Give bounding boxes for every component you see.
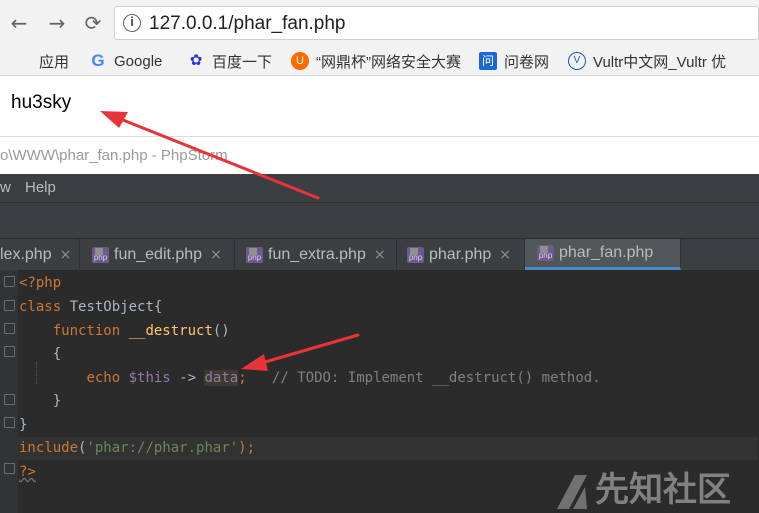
- fold-marker-icon[interactable]: [4, 346, 15, 357]
- bookmark-vultr[interactable]: V Vultr中文网_Vultr 优: [568, 51, 759, 71]
- php-file-icon: php: [407, 246, 424, 263]
- xianzhi-watermark: 先知社区: [555, 462, 731, 511]
- code-line-5: echo $this -> data; // TODO: Implement _…: [19, 367, 601, 390]
- tab-index[interactable]: lex.php ×: [0, 239, 80, 270]
- close-icon[interactable]: ×: [374, 247, 386, 263]
- php-open-tag: <?php: [19, 275, 62, 291]
- string-phar-path: 'phar://phar.phar': [86, 440, 239, 456]
- function-name: __destruct: [120, 323, 213, 339]
- ide-title-bar: o\WWW\phar_fan.php - PhpStorm: [0, 136, 759, 174]
- apps-grid-icon: [14, 52, 32, 70]
- editor-gutter: [0, 270, 18, 513]
- tab-label: phar.php: [429, 245, 492, 263]
- code-line-8: include('phar://phar.phar');: [18, 437, 758, 460]
- code-line-7: }: [19, 414, 27, 437]
- code-line-2: class TestObject{: [19, 296, 162, 319]
- semicolon: ;: [238, 370, 247, 386]
- bookmark-baidu[interactable]: ✿ 百度一下: [187, 51, 272, 71]
- class-brace-close: }: [19, 417, 28, 433]
- indent-guide: [36, 362, 37, 384]
- php-file-icon: php: [537, 245, 554, 261]
- tab-label: fun_edit.php: [114, 245, 203, 263]
- bookmark-label: 应用: [39, 53, 70, 71]
- menu-window[interactable]: w: [0, 179, 11, 196]
- function-parens: (): [212, 323, 230, 339]
- code-line-4: {: [19, 343, 61, 366]
- page-output-text: hu3sky: [11, 92, 72, 113]
- browser-window: ← → ⟳ i 127.0.0.1/phar_fan.php 应用 G Goog…: [0, 0, 759, 136]
- brace-open: {: [52, 346, 62, 362]
- tab-label: fun_extra.php: [268, 245, 366, 263]
- ide-window-title: o\WWW\phar_fan.php - PhpStorm: [0, 147, 228, 164]
- bookmark-apps[interactable]: 应用: [14, 51, 69, 71]
- ide-menu-bar: w Help: [0, 174, 759, 202]
- code-line-6: }: [19, 390, 61, 413]
- keyword-include: include: [19, 440, 79, 456]
- browser-nav-bar: ← → ⟳ i 127.0.0.1/phar_fan.php: [0, 0, 759, 46]
- bookmark-label: 百度一下: [212, 53, 273, 71]
- google-icon: G: [91, 51, 105, 70]
- paren-close-semicolon: );: [238, 440, 256, 456]
- bookmark-label: Vultr中文网_Vultr 优: [593, 53, 727, 71]
- wenjuan-icon: 问: [479, 52, 497, 70]
- info-icon[interactable]: i: [123, 14, 141, 32]
- keyword-echo: echo: [86, 370, 121, 386]
- var-this: $this: [128, 370, 171, 386]
- wangding-icon: U: [291, 52, 309, 70]
- code-line-3: function __destruct(): [19, 320, 230, 343]
- fold-marker-icon[interactable]: [4, 394, 15, 405]
- code-line-1: <?php: [19, 272, 61, 295]
- bookmark-wenjuan[interactable]: 问 问卷网: [479, 51, 549, 71]
- todo-comment: // TODO: Implement __destruct() method.: [271, 370, 601, 386]
- reload-button[interactable]: ⟳: [80, 9, 106, 37]
- fold-marker-icon[interactable]: [4, 276, 15, 287]
- class-name: TestObject{: [61, 299, 163, 315]
- fold-marker-icon[interactable]: [4, 323, 15, 334]
- url-text[interactable]: 127.0.0.1/phar_fan.php: [149, 13, 346, 35]
- fold-marker-icon[interactable]: [4, 463, 15, 474]
- close-icon[interactable]: ×: [210, 247, 222, 263]
- code-line-9: ?>: [19, 461, 36, 484]
- bookmark-label: Google: [114, 52, 163, 70]
- close-icon[interactable]: ×: [499, 247, 511, 263]
- keyword-function: function: [52, 323, 121, 339]
- tab-phar[interactable]: php phar.php ×: [397, 239, 525, 270]
- bookmark-label: “网鼎杯”网络安全大赛: [316, 53, 461, 71]
- tab-label: phar_fan.php: [559, 244, 654, 261]
- baidu-paw-icon: ✿: [189, 52, 203, 69]
- tab-fun-extra[interactable]: php fun_extra.php ×: [235, 239, 397, 270]
- tab-label: lex.php: [0, 245, 52, 263]
- bookmarks-bar: 应用 G Google ✿ 百度一下 U “网鼎杯”网络安全大赛 问 问卷网 V…: [0, 46, 759, 76]
- keyword-class: class: [19, 299, 62, 315]
- tab-fun-edit[interactable]: php fun_edit.php ×: [80, 239, 235, 270]
- bookmark-wangding[interactable]: U “网鼎杯”网络安全大赛: [291, 51, 463, 71]
- fold-marker-icon[interactable]: [4, 300, 15, 311]
- arrow-operator: ->: [170, 370, 205, 386]
- address-bar[interactable]: i 127.0.0.1/phar_fan.php: [114, 6, 759, 40]
- back-button[interactable]: ←: [6, 9, 32, 37]
- xianzhi-logo-icon: [557, 474, 587, 509]
- forward-button[interactable]: →: [44, 9, 70, 37]
- php-file-icon: php: [92, 246, 109, 263]
- fold-marker-icon[interactable]: [4, 417, 15, 428]
- editor-tabs: lex.php × php fun_edit.php × php fun_ext…: [0, 238, 759, 270]
- property-data: data: [204, 370, 239, 386]
- bookmark-label: 问卷网: [504, 53, 550, 71]
- bookmark-google[interactable]: G Google: [89, 51, 162, 71]
- menu-help[interactable]: Help: [25, 179, 56, 196]
- vultr-icon: V: [568, 52, 586, 70]
- php-close-tag: ?>: [19, 464, 36, 480]
- tab-phar-fan[interactable]: php phar_fan.php: [525, 239, 681, 270]
- php-file-icon: php: [246, 246, 263, 263]
- close-icon[interactable]: ×: [60, 247, 72, 263]
- brace-close: }: [52, 393, 62, 409]
- watermark-text: 先知社区: [595, 470, 731, 510]
- ide-toolbar: [0, 202, 759, 238]
